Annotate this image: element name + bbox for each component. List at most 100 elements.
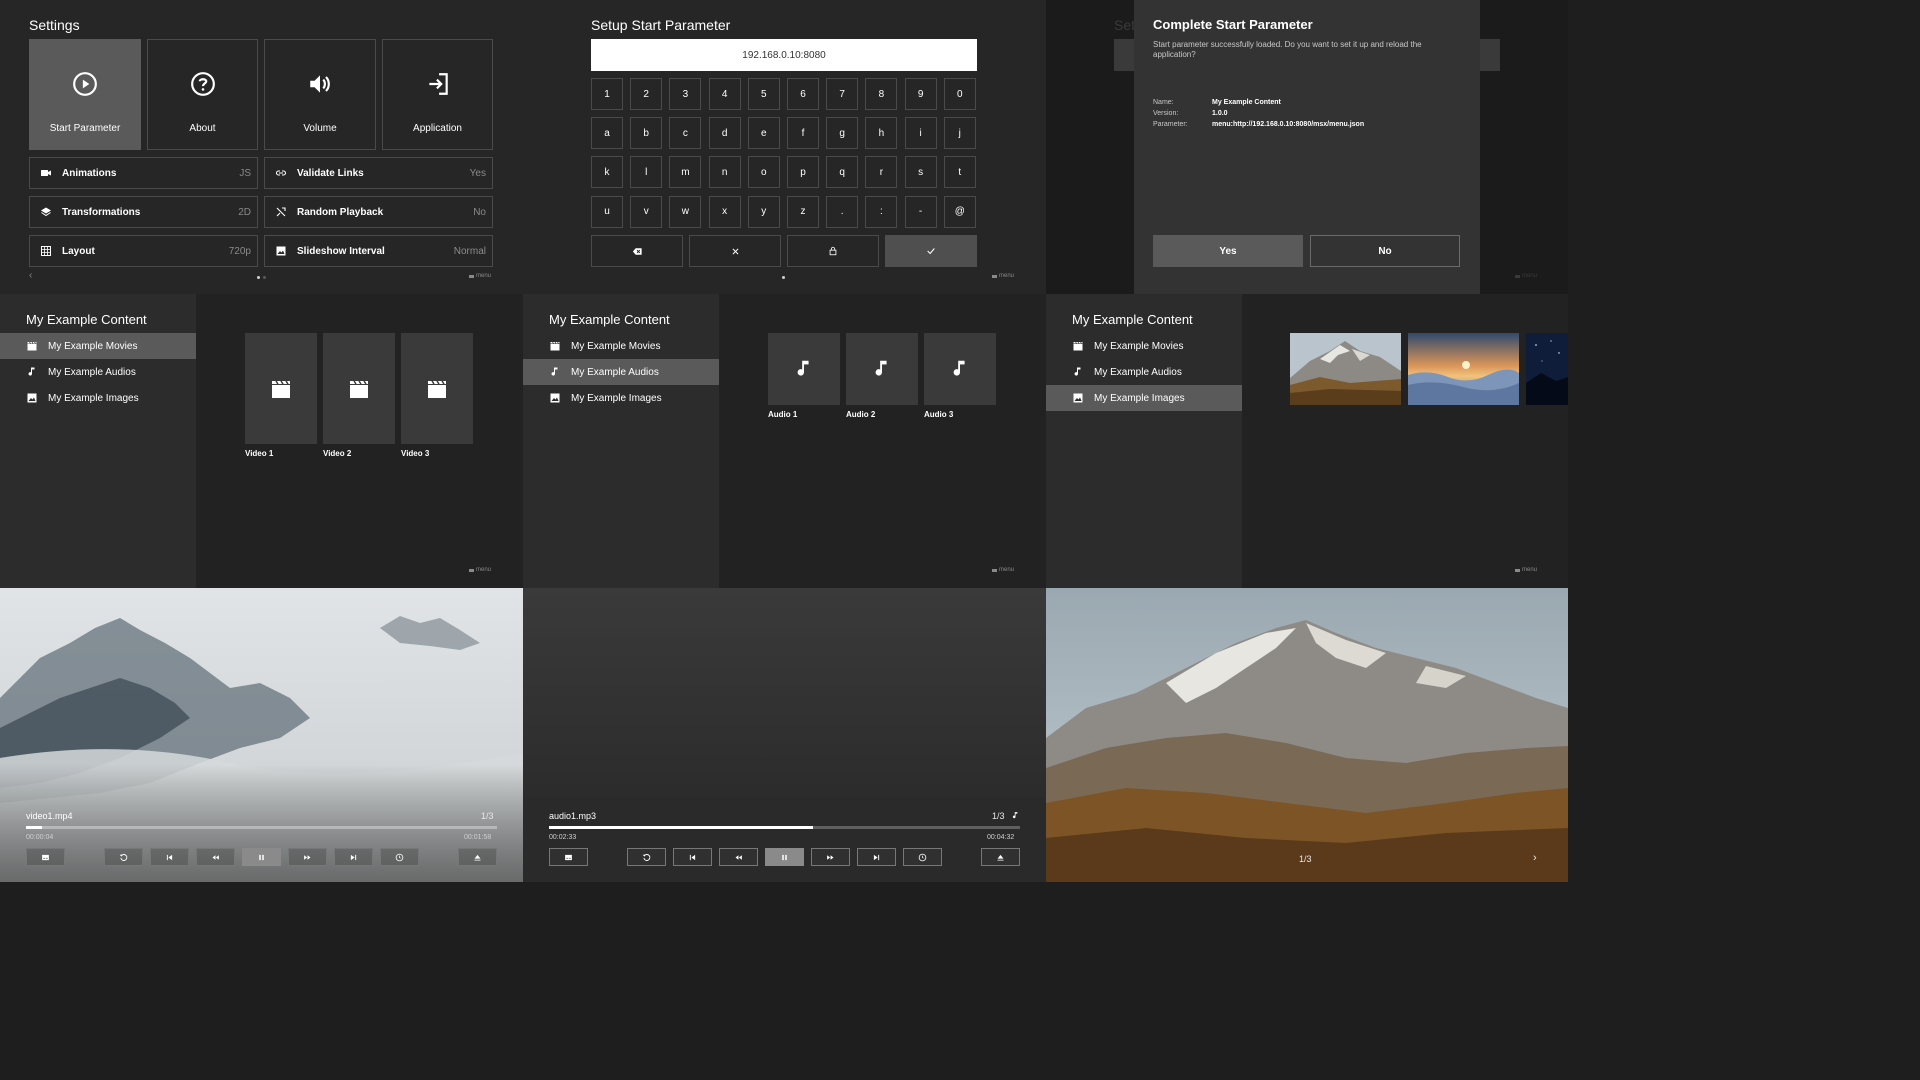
key-0[interactable]: 0 — [943, 78, 976, 110]
key-n[interactable]: n — [708, 156, 741, 189]
menu-hint: menu — [1515, 567, 1537, 573]
key-v[interactable]: v — [630, 195, 663, 228]
sidebar-item-movies[interactable]: My Example Movies — [1046, 333, 1242, 359]
key-x[interactable]: x — [708, 195, 741, 228]
key-b[interactable]: b — [630, 117, 663, 150]
key-o[interactable]: o — [747, 156, 780, 189]
video-card-2[interactable] — [323, 333, 395, 444]
previous-button[interactable] — [150, 848, 189, 866]
key-l[interactable]: l — [630, 156, 663, 189]
audio-card-3[interactable] — [924, 333, 996, 405]
progress-fill — [549, 826, 813, 829]
key-d[interactable]: d — [708, 117, 741, 150]
key-j[interactable]: j — [943, 117, 976, 150]
previous-button[interactable] — [673, 848, 712, 866]
yes-button[interactable]: Yes — [1153, 235, 1303, 267]
key-y[interactable]: y — [747, 195, 780, 228]
timer-button[interactable] — [380, 848, 419, 866]
lock-key[interactable] — [787, 235, 879, 267]
tile-application[interactable]: Application — [382, 39, 493, 150]
sidebar-item-images[interactable]: My Example Images — [523, 385, 719, 411]
sidebar-item-audios[interactable]: My Example Audios — [0, 359, 196, 385]
key-e[interactable]: e — [747, 117, 780, 150]
tile-volume[interactable]: Volume — [264, 39, 376, 150]
audio-card-2[interactable] — [846, 333, 918, 405]
sidebar-item-movies[interactable]: My Example Movies — [0, 333, 196, 359]
key-.[interactable]: . — [826, 195, 859, 228]
fast-forward-button[interactable] — [288, 848, 327, 866]
key-k[interactable]: k — [591, 156, 623, 189]
key-m[interactable]: m — [669, 156, 702, 189]
parameter-input[interactable]: 192.168.0.10:8080 — [591, 39, 977, 71]
setting-transformations[interactable]: Transformations 2D — [29, 196, 258, 228]
rewind-button[interactable] — [719, 848, 758, 866]
next-button[interactable] — [857, 848, 896, 866]
key-7[interactable]: 7 — [826, 78, 859, 110]
key-3[interactable]: 3 — [669, 78, 702, 110]
sidebar-item-images[interactable]: My Example Images — [1046, 385, 1242, 411]
setting-label: Slideshow Interval — [297, 245, 385, 257]
clear-key[interactable] — [689, 235, 781, 267]
key-q[interactable]: q — [826, 156, 859, 189]
confirm-key[interactable] — [885, 235, 977, 267]
video-card-1[interactable] — [245, 333, 317, 444]
tile-about[interactable]: About — [147, 39, 258, 150]
sidebar-item-audios[interactable]: My Example Audios — [1046, 359, 1242, 385]
sidebar-item-images[interactable]: My Example Images — [0, 385, 196, 411]
setting-animations[interactable]: Animations JS — [29, 157, 258, 189]
key-5[interactable]: 5 — [747, 78, 780, 110]
next-button[interactable] — [334, 848, 373, 866]
subtitles-button[interactable] — [26, 848, 65, 866]
key-p[interactable]: p — [787, 156, 819, 189]
key-9[interactable]: 9 — [904, 78, 937, 110]
eject-button[interactable] — [458, 848, 497, 866]
key-:[interactable]: : — [865, 195, 898, 228]
key-r[interactable]: r — [865, 156, 898, 189]
key-u[interactable]: u — [591, 195, 623, 228]
key-a[interactable]: a — [591, 117, 623, 150]
key--[interactable]: - — [904, 195, 937, 228]
no-button[interactable]: No — [1310, 235, 1460, 267]
sidebar-item-audios[interactable]: My Example Audios — [523, 359, 719, 385]
key-@[interactable]: @ — [943, 195, 976, 228]
timer-button[interactable] — [903, 848, 942, 866]
progress-track[interactable] — [26, 826, 497, 829]
key-g[interactable]: g — [826, 117, 859, 150]
key-6[interactable]: 6 — [787, 78, 819, 110]
pause-button[interactable] — [242, 848, 281, 866]
image-thumbnail-2[interactable] — [1408, 333, 1519, 405]
key-8[interactable]: 8 — [865, 78, 898, 110]
setting-slideshow-interval[interactable]: Slideshow Interval Normal — [264, 235, 493, 267]
key-s[interactable]: s — [904, 156, 937, 189]
setting-layout[interactable]: Layout 720p — [29, 235, 258, 267]
rewind-button[interactable] — [196, 848, 235, 866]
replay-button[interactable] — [627, 848, 666, 866]
subtitles-button[interactable] — [549, 848, 588, 866]
replay-button[interactable] — [104, 848, 143, 866]
eject-button[interactable] — [981, 848, 1020, 866]
setting-validate-links[interactable]: Validate Links Yes — [264, 157, 493, 189]
image-thumbnail-3[interactable] — [1526, 333, 1568, 405]
key-4[interactable]: 4 — [708, 78, 741, 110]
video-card-3[interactable] — [401, 333, 473, 444]
setting-random-playback[interactable]: Random Playback No — [264, 196, 493, 228]
next-image-arrow[interactable]: › — [1533, 852, 1537, 864]
image-thumbnail-1[interactable] — [1290, 333, 1401, 405]
key-t[interactable]: t — [943, 156, 976, 189]
key-f[interactable]: f — [787, 117, 819, 150]
key-i[interactable]: i — [904, 117, 937, 150]
tile-start-parameter[interactable]: Start Parameter — [29, 39, 141, 150]
pause-button[interactable] — [765, 848, 804, 866]
audio-card-1[interactable] — [768, 333, 840, 405]
key-c[interactable]: c — [669, 117, 702, 150]
key-z[interactable]: z — [787, 195, 819, 228]
key-1[interactable]: 1 — [591, 78, 623, 110]
nav-left-arrow[interactable]: ‹ — [29, 270, 32, 281]
progress-track[interactable] — [549, 826, 1020, 829]
key-2[interactable]: 2 — [630, 78, 663, 110]
fast-forward-button[interactable] — [811, 848, 850, 866]
sidebar-item-movies[interactable]: My Example Movies — [523, 333, 719, 359]
key-w[interactable]: w — [669, 195, 702, 228]
backspace-key[interactable] — [591, 235, 683, 267]
key-h[interactable]: h — [865, 117, 898, 150]
